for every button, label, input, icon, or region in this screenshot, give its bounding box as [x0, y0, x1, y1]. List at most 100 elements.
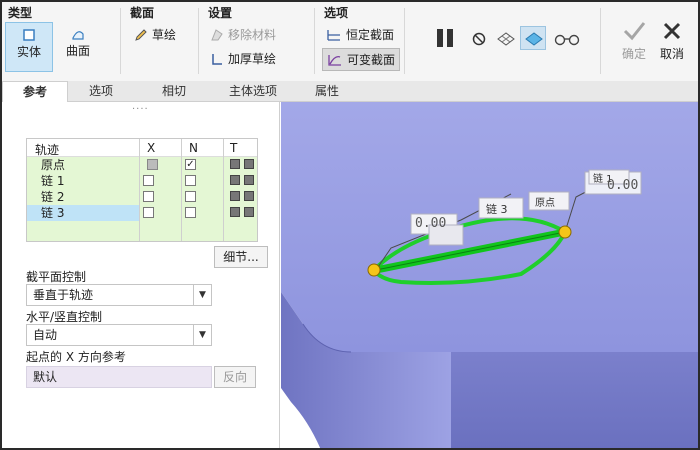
- surface-label: 曲面: [65, 44, 90, 58]
- shaded-preview-icon: [525, 32, 543, 46]
- remove-material-label: 移除材料: [228, 28, 277, 42]
- tab-options[interactable]: 选项: [68, 81, 134, 102]
- surface-button[interactable]: 曲面: [54, 22, 102, 72]
- dimension-label[interactable]: 0.00: [415, 216, 446, 231]
- variable-section-label: 可变截面: [347, 53, 396, 67]
- cancel-label: 取消: [659, 47, 684, 61]
- t-box[interactable]: [230, 191, 240, 201]
- x-ref-value: 默认: [33, 370, 58, 384]
- t-box[interactable]: [230, 175, 240, 185]
- table-row[interactable]: 链 1: [27, 173, 257, 189]
- confirm-label: 确定: [621, 47, 646, 61]
- t-box[interactable]: [244, 159, 254, 169]
- group-title-settings: 设置: [208, 6, 233, 20]
- front-face: [451, 352, 698, 448]
- constant-section-icon: [327, 29, 340, 41]
- pencil-icon: [135, 28, 147, 41]
- x-checkbox[interactable]: [143, 175, 154, 186]
- dimension-label[interactable]: 0.00: [607, 178, 638, 193]
- preview-wireframe-icon[interactable]: [496, 30, 516, 48]
- origin-label[interactable]: 原点: [535, 194, 555, 209]
- header-n: N: [189, 141, 198, 155]
- section-plane-control-value: 垂直于轨迹: [33, 288, 94, 302]
- hv-control-value: 自动: [33, 328, 58, 342]
- row-name: 链 3: [27, 205, 139, 221]
- section-plane-control-select[interactable]: 垂直于轨迹 ▼: [26, 284, 212, 306]
- check-icon: [623, 22, 646, 41]
- group-title-type: 类型: [8, 6, 33, 20]
- t-box[interactable]: [244, 207, 254, 217]
- t-box[interactable]: [230, 159, 240, 169]
- table-row[interactable]: 链 3: [27, 205, 257, 221]
- solid-label: 实体: [16, 45, 41, 59]
- chevron-down-icon[interactable]: ▼: [193, 285, 211, 305]
- row-name: 链 1: [41, 174, 65, 188]
- thicken-sketch-button[interactable]: 加厚草绘: [210, 50, 276, 67]
- n-checkbox[interactable]: [185, 207, 196, 218]
- hv-control-select[interactable]: 自动 ▼: [26, 324, 212, 346]
- top-face: [281, 102, 698, 352]
- constant-section-button[interactable]: 恒定截面: [326, 26, 394, 43]
- t-box[interactable]: [244, 175, 254, 185]
- x-checkbox[interactable]: [143, 207, 154, 218]
- ribbon: 类型 实体 曲面 截面 草绘 设置 移除材料 加厚草绘 选项 恒定截面 可变截面…: [2, 2, 698, 82]
- confirm-button[interactable]: 确定: [614, 20, 654, 62]
- remove-material-button[interactable]: 移除材料: [210, 26, 276, 43]
- constant-section-label: 恒定截面: [346, 28, 395, 42]
- window: 类型 实体 曲面 截面 草绘 设置 移除材料 加厚草绘 选项 恒定截面 可变截面…: [0, 0, 700, 450]
- details-button[interactable]: 细节...: [214, 246, 268, 268]
- x-checkbox[interactable]: [147, 159, 158, 170]
- x-ref-label: 起点的 X 方向参考: [26, 350, 126, 364]
- remove-material-icon: [211, 28, 223, 40]
- n-checkbox[interactable]: [185, 191, 196, 202]
- end-point-marker[interactable]: [558, 225, 572, 239]
- x-checkbox[interactable]: [143, 191, 154, 202]
- tab-tangency[interactable]: 相切: [134, 81, 214, 102]
- thicken-icon: [212, 53, 222, 65]
- thicken-sketch-label: 加厚草绘: [228, 52, 277, 66]
- divider: [600, 8, 601, 74]
- t-box[interactable]: [230, 207, 240, 217]
- variable-section-button[interactable]: 可变截面: [322, 48, 401, 71]
- hv-control-label: 水平/竖直控制: [26, 310, 103, 324]
- variable-section-icon: [328, 54, 341, 66]
- n-checkbox[interactable]: ✓: [185, 159, 196, 170]
- group-title-section: 截面: [130, 6, 155, 20]
- header-t: T: [230, 141, 238, 155]
- references-panel: ···· 轨迹 X N T 原点 ✓ 链 1 链 2 链 3 细节... 截平面…: [2, 102, 280, 448]
- tab-references[interactable]: 参考: [2, 81, 68, 102]
- divider: [120, 8, 121, 74]
- section-plane-control-label: 截平面控制: [26, 270, 87, 284]
- table-row[interactable]: 链 2: [27, 189, 257, 205]
- pause-icon[interactable]: [434, 26, 458, 50]
- t-box[interactable]: [244, 191, 254, 201]
- surface-icon: [72, 31, 84, 40]
- n-checkbox[interactable]: [185, 175, 196, 186]
- resize-grip[interactable]: ····: [132, 104, 149, 115]
- flip-button[interactable]: 反向: [214, 366, 256, 388]
- chevron-down-icon[interactable]: ▼: [193, 325, 211, 345]
- tab-properties[interactable]: 属性: [292, 81, 362, 102]
- row-name: 原点: [41, 158, 66, 172]
- no-entry-icon[interactable]: [472, 32, 486, 46]
- sketch-label: 草绘: [152, 28, 177, 42]
- model-view: [281, 102, 698, 448]
- tab-bar: 参考 选项 相切 主体选项 属性: [2, 81, 698, 102]
- chain-3-label[interactable]: 链 3: [486, 201, 508, 217]
- row-name: 链 2: [41, 190, 65, 204]
- graphics-viewport[interactable]: 0.00 链 3 原点 链 1 0.00: [281, 102, 698, 448]
- solid-button[interactable]: 实体: [5, 22, 53, 72]
- table-row[interactable]: 原点 ✓: [27, 157, 257, 173]
- divider: [198, 8, 199, 74]
- group-title-options: 选项: [324, 6, 349, 20]
- tab-body-options[interactable]: 主体选项: [214, 81, 292, 102]
- cancel-button[interactable]: 取消: [652, 20, 692, 62]
- shaded-preview-button[interactable]: [520, 26, 546, 50]
- solid-icon: [23, 29, 35, 41]
- glasses-icon[interactable]: [554, 32, 580, 46]
- header-x: X: [147, 141, 156, 155]
- start-point-marker[interactable]: [367, 263, 381, 277]
- x-ref-field[interactable]: 默认: [26, 366, 212, 388]
- header-trajectory: 轨迹: [35, 143, 60, 157]
- sketch-button[interactable]: 草绘: [134, 26, 176, 43]
